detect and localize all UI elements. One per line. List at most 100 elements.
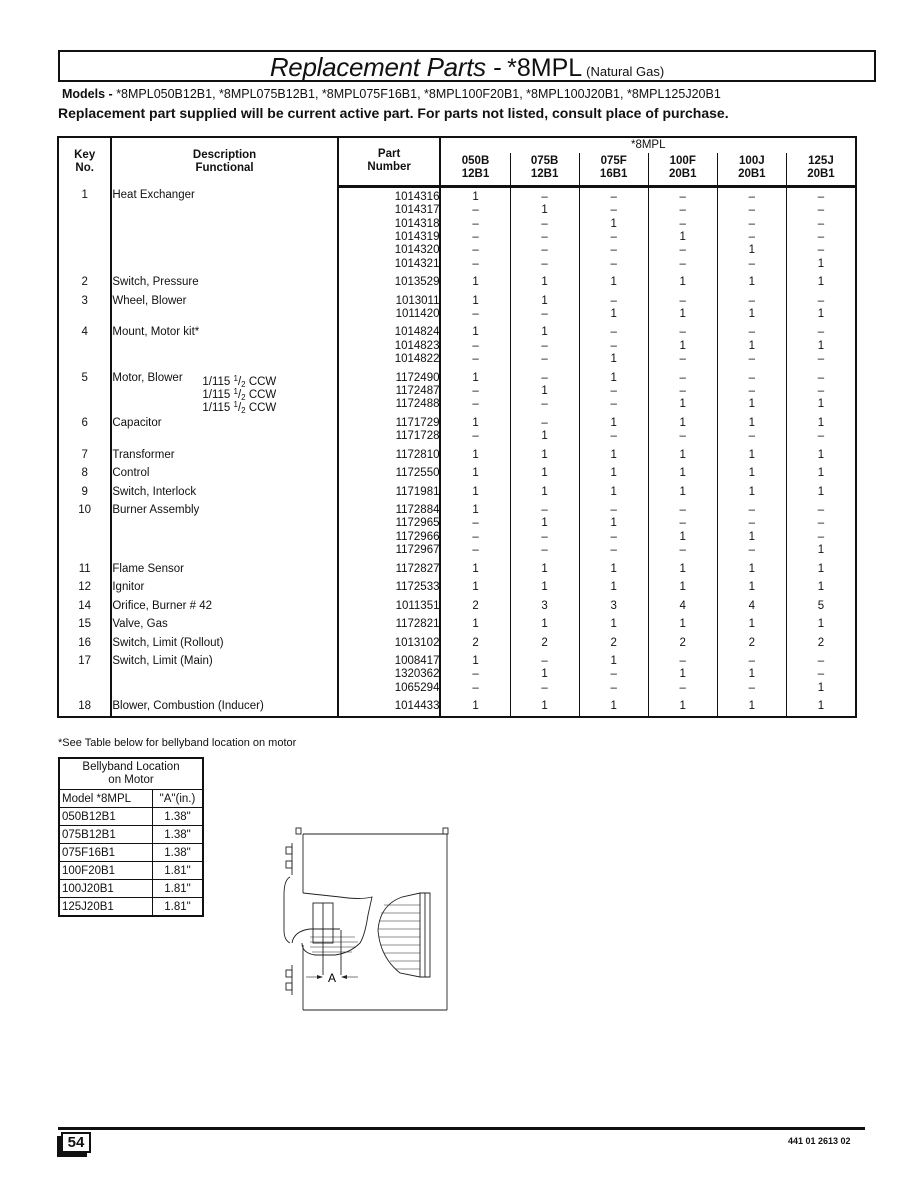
quantity-cell: 5 (785, 594, 856, 614)
quantity-cell: – –1– – – (578, 186, 649, 272)
part-number: 1171728 (395, 430, 440, 443)
bellyband-row: 100F20B1 1.81" (58, 861, 204, 880)
page-title: Replacement Parts - (269, 52, 502, 82)
page-title-box: Replacement Parts - *8MPL (Natural Gas) (58, 50, 876, 82)
models-label: Models - (62, 87, 113, 101)
part-number: 1171729 (395, 416, 440, 429)
part-number: 1014316 (394, 190, 440, 203)
part-numbers: 1013011 1011420 (336, 289, 441, 322)
quantity-cell: – – – –1– (716, 186, 787, 272)
bellyband-row: 075F16B1 1.38" (58, 843, 204, 862)
header-model-group: *8MPL (439, 137, 856, 153)
key-number: 8 (81, 467, 88, 480)
key-number: 12 (78, 581, 92, 594)
part-number: 1014321 (394, 257, 440, 270)
quantity-cell: 1 (509, 576, 580, 595)
part-number: 1172884 (395, 504, 440, 517)
quantity-cell: 1– – (578, 650, 649, 696)
key-number: 9 (81, 485, 88, 498)
part-number: 1172821 (395, 618, 440, 631)
key-number: 6 (81, 416, 88, 429)
quantity-cell: 2 (716, 631, 787, 651)
part-number: 1172533 (395, 581, 440, 594)
part-number: 1172487 (395, 384, 440, 397)
quantity-cell: –1– – (509, 499, 580, 558)
quantity-cell: 1 (509, 480, 580, 500)
part-description: Motor, Blower 1/115 1/2 CCW 1/115 1/2 CCW 1… (110, 366, 338, 415)
quantity-cell: 1 (439, 557, 511, 577)
quantity-cell: 1 (716, 271, 787, 290)
part-number: 1065294 (394, 681, 440, 694)
part-numbers: 1172550 (336, 462, 441, 481)
table-row: 18 Blower, Combustion (Inducer) 1014433 1 1 1… (58, 695, 856, 717)
header-model-2: 075F 16B1 (578, 153, 649, 188)
quantity-cell: – – – – –1 (785, 186, 856, 272)
bellyband-col-a: "A"(in.) (152, 789, 204, 808)
quantity-cell: 2 (439, 594, 511, 614)
quantity-cell: 1 (716, 462, 787, 481)
quantity-cell: – – –1 (785, 499, 856, 558)
quantity-cell: –1– (509, 650, 580, 696)
part-number: 1172966 (395, 530, 440, 543)
header-model-5: 125J 20B1 (785, 153, 856, 188)
quantity-cell: 1 (716, 576, 787, 595)
quantity-cell: 1 (647, 443, 718, 463)
header-description: Description Functional (110, 137, 338, 187)
replacement-parts-table: Key No. Description Functional Part Number … (57, 136, 857, 718)
bellyband-model: 100J20B1 (58, 879, 153, 898)
quantity-cell: –1– – – – (509, 186, 580, 272)
part-description: Flame Sensor (110, 557, 338, 577)
quantity-cell: – –1– (716, 499, 787, 558)
quantity-cell: – – –1– – (647, 186, 718, 272)
bellyband-model: 050B12B1 (58, 807, 153, 826)
part-number: 1172810 (395, 448, 440, 461)
part-description: Heat Exchanger (110, 186, 338, 272)
quantity-cell: 1 (578, 271, 649, 290)
table-row: 15 Valve, Gas 1172821 1 1 1 1 1 1 (58, 613, 856, 632)
quantity-cell: 1 (578, 557, 649, 577)
supply-note: Replacement part supplied will be curren… (58, 105, 729, 121)
blower-motor-diagram: A (283, 827, 449, 1011)
table-row: 11 Flame Sensor 1172827 1 1 1 1 1 1 (58, 557, 856, 577)
part-numbers: 1014316 1014317 1014318 1014319 1014320 10143… (336, 186, 441, 272)
quantity-cell: 1– – – (439, 499, 511, 558)
table-row: 1 Heat Exchanger 1014316 1014317 1014318 1014… (58, 186, 856, 272)
quantity-cell: 1 (439, 613, 511, 632)
document-number: 441 01 2613 02 (788, 1136, 851, 1146)
quantity-cell: –1 (509, 411, 580, 444)
quantity-cell: 1 (647, 557, 718, 577)
key-number: 3 (81, 294, 88, 307)
quantity-cell: 3 (509, 594, 580, 614)
table-row: 6 Capacitor 1171729 1171728 1– –1 1–1–1–1– (58, 411, 856, 444)
quantity-cell: 4 (716, 594, 787, 614)
quantity-cell: 1 (439, 271, 511, 290)
bellyband-table: Bellyband Location on Motor Model *8MPL "… (58, 757, 204, 917)
part-numbers: 1172533 (336, 576, 441, 595)
key-number: 4 (81, 326, 88, 339)
bellyband-col-model: Model *8MPL (58, 789, 153, 808)
part-number: 1014317 (394, 204, 440, 217)
quantity-cell: – –1 (578, 321, 649, 367)
quantity-cell: 1 (509, 613, 580, 632)
quantity-cell: 1– – (509, 321, 580, 367)
part-number: 1013102 (394, 636, 440, 649)
quantity-cell: –1– (785, 321, 856, 367)
bellyband-row: 050B12B1 1.38" (58, 807, 204, 826)
part-number: 1172490 (395, 371, 440, 384)
part-number: 1014318 (394, 217, 440, 230)
part-numbers: 1014433 (336, 695, 441, 717)
part-description: Switch, Pressure (110, 271, 338, 290)
quantity-cell: 1 (716, 557, 787, 577)
quantity-cell: 1 (578, 613, 649, 632)
quantity-cell: 1 (439, 576, 511, 595)
part-description: Valve, Gas (110, 613, 338, 632)
part-number: 1172550 (395, 467, 440, 480)
part-description-label: Motor, Blower (112, 371, 183, 384)
quantity-cell: –1– (647, 321, 718, 367)
quantity-cell: 1– – – – – (439, 186, 511, 272)
bellyband-a-value: 1.38" (152, 843, 204, 862)
part-numbers: 1172884 1172965 1172966 1172967 (336, 499, 441, 558)
part-numbers: 1171981 (336, 480, 441, 500)
part-number: 1014320 (394, 244, 440, 257)
header-part-number: Part Number (336, 137, 441, 188)
